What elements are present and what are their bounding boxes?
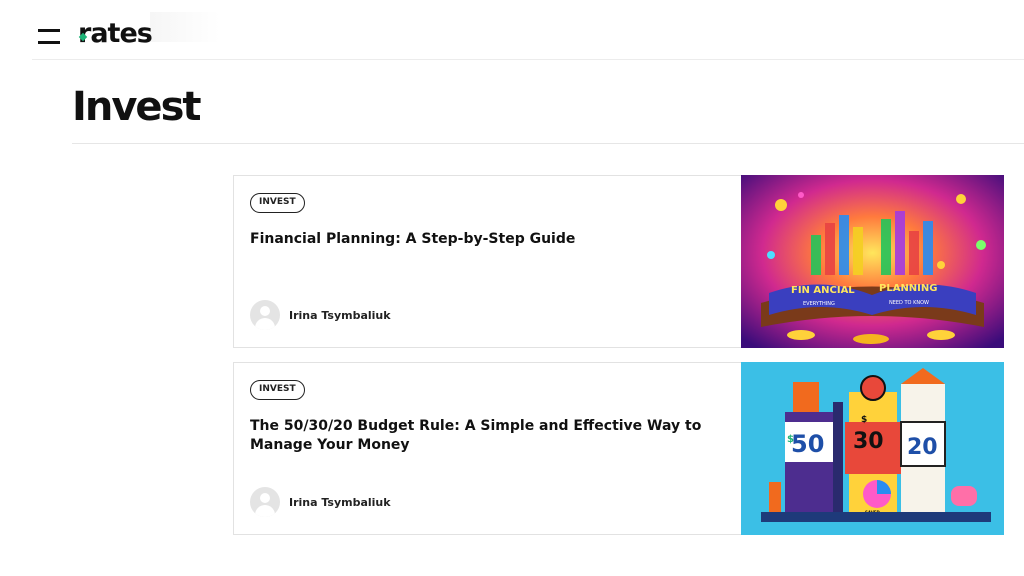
image-text: EVERYTHING [803, 301, 835, 307]
image-text: FIN ANCIAL [791, 285, 855, 296]
category-badge[interactable]: INVEST [250, 193, 305, 213]
image-text: 50 [791, 430, 824, 458]
article-title-link[interactable]: Financial Planning: A Step-by-Step Guide [250, 230, 720, 249]
image-text: 30 [853, 429, 884, 454]
page-title: Invest [72, 84, 201, 130]
author-name: Irina Tsymbaliuk [289, 308, 391, 322]
author-name: Irina Tsymbaliuk [289, 495, 391, 509]
financial-planning-illustration: FIN ANCIAL PLANNING EVERYTHING NEED TO K… [741, 175, 1004, 348]
header-fade [150, 12, 220, 42]
title-divider [72, 143, 1024, 144]
image-text: PLANNING [879, 283, 937, 294]
article-card[interactable]: INVEST The 50/30/20 Budget Rule: A Simpl… [233, 362, 1004, 535]
author-info[interactable]: Irina Tsymbaliuk [250, 487, 391, 517]
image-text: $ [861, 415, 867, 425]
budget-rule-illustration: 50 30 20 $ $ SAVED [741, 362, 1004, 535]
image-text: 20 [907, 435, 938, 460]
image-text: NEED TO KNOW [889, 300, 929, 306]
avatar [250, 300, 280, 330]
menu-icon[interactable] [38, 29, 62, 49]
avatar [250, 487, 280, 517]
site-header: rates [0, 0, 1024, 60]
author-info[interactable]: Irina Tsymbaliuk [250, 300, 391, 330]
image-text: $ [787, 434, 794, 445]
category-badge[interactable]: INVEST [250, 380, 305, 400]
article-title-link[interactable]: The 50/30/20 Budget Rule: A Simple and E… [250, 417, 720, 455]
header-divider [32, 59, 1024, 60]
article-card[interactable]: INVEST Financial Planning: A Step-by-Ste… [233, 175, 1004, 348]
article-thumbnail[interactable]: 50 30 20 $ $ SAVED [741, 362, 1004, 535]
site-logo[interactable]: rates [78, 18, 153, 49]
article-thumbnail[interactable]: FIN ANCIAL PLANNING EVERYTHING NEED TO K… [741, 175, 1004, 348]
